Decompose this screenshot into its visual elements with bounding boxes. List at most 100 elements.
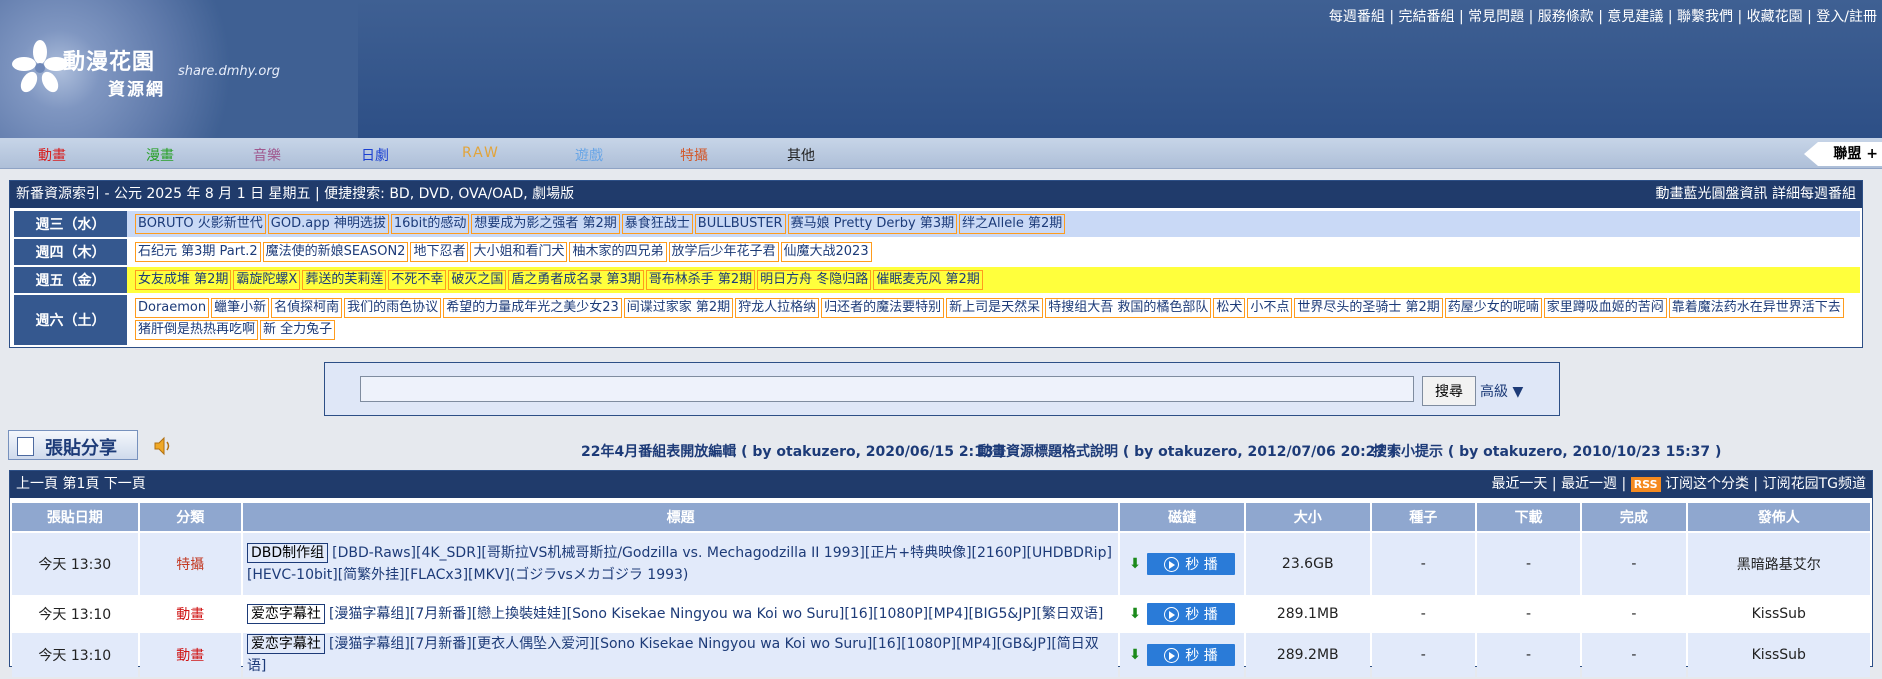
anime-title-link[interactable]: 魔法使的新娘SEASON2 bbox=[262, 242, 409, 262]
column-header[interactable]: 完成 bbox=[1582, 503, 1686, 531]
anime-title-link[interactable]: 明日方舟 冬隐归路 bbox=[757, 270, 872, 290]
publisher-link[interactable]: KissSub bbox=[1687, 633, 1870, 677]
anime-title-link[interactable]: 催眠麦克风 第2期 bbox=[873, 270, 983, 290]
anime-title-link[interactable]: 归还者的魔法要特别 bbox=[821, 298, 945, 318]
anime-title-link[interactable]: 柚木家的四兄弟 bbox=[569, 242, 667, 262]
search-button[interactable]: 搜尋 bbox=[1422, 376, 1476, 406]
announcement-link[interactable]: 22年4月番組表開放編輯 ( by otakuzero, 2020/06/15 … bbox=[581, 441, 1005, 461]
top-link[interactable]: 完結番組 bbox=[1399, 9, 1455, 25]
anime-title-link[interactable]: 霸旋陀螺X bbox=[233, 270, 301, 290]
nav-item[interactable]: 日劇 bbox=[361, 145, 389, 165]
speaker-icon[interactable] bbox=[153, 436, 175, 456]
column-header[interactable]: 張貼日期 bbox=[12, 503, 138, 531]
anime-title-link[interactable]: 靠着魔法药水在异世界活下去 bbox=[1668, 298, 1844, 318]
recent-day-link[interactable]: 最近一天 bbox=[1491, 476, 1547, 492]
download-arrow-icon[interactable]: ⬇ bbox=[1129, 606, 1141, 622]
anime-title-link[interactable]: BULLBUSTER bbox=[694, 214, 786, 234]
category-link[interactable]: 動畫 bbox=[139, 633, 241, 677]
anime-title-link[interactable]: 绊之Allele 第2期 bbox=[959, 214, 1066, 234]
anime-title-link[interactable]: 想要成为影之强者 第2期 bbox=[471, 214, 620, 234]
column-header[interactable]: 發佈人 bbox=[1687, 503, 1870, 531]
top-link[interactable]: 意見建議 bbox=[1607, 9, 1663, 25]
nav-item[interactable]: 動畫 bbox=[38, 145, 66, 165]
search-input[interactable] bbox=[360, 376, 1414, 402]
anime-title-link[interactable]: 放学后少年花子君 bbox=[668, 242, 779, 262]
anime-title-link[interactable]: 我们的雨色协议 bbox=[344, 298, 442, 318]
anime-title-link[interactable]: 不死不幸 bbox=[388, 270, 447, 290]
category-link[interactable]: 動畫 bbox=[139, 597, 241, 631]
anime-title-link[interactable]: 女友成堆 第2期 bbox=[135, 270, 232, 290]
anime-title-link[interactable]: 赛马娘 Pretty Derby 第3期 bbox=[787, 214, 958, 234]
subscribe-tg-link[interactable]: 订阅花园TG频道 bbox=[1763, 476, 1866, 492]
resource-title-link[interactable]: [DBD-Raws][4K_SDR][哥斯拉VS机械哥斯拉/Godzilla v… bbox=[247, 545, 1112, 583]
recent-week-link[interactable]: 最近一週 bbox=[1561, 476, 1617, 492]
anime-title-link[interactable]: 世界尽头的圣骑士 第2期 bbox=[1294, 298, 1443, 318]
schedule-links[interactable]: 動畫藍光圓盤資訊 詳細每週番組 bbox=[1656, 181, 1856, 208]
subscribe-category-link[interactable]: 订阅这个分类 bbox=[1665, 476, 1749, 492]
instant-play-button[interactable]: 秒 播 bbox=[1147, 644, 1235, 666]
anime-title-link[interactable]: 希望的力量成年光之美少女23 bbox=[443, 298, 622, 318]
nav-item[interactable]: 遊戲 bbox=[575, 145, 603, 165]
alliance-button[interactable]: 聯盟 + bbox=[1804, 142, 1882, 166]
anime-title-link[interactable]: 破灭之国 bbox=[448, 270, 507, 290]
anime-title-link[interactable]: 大小姐和看门犬 bbox=[470, 242, 568, 262]
instant-play-button[interactable]: 秒 播 bbox=[1147, 553, 1235, 575]
post-share-button[interactable]: 張貼分享 bbox=[8, 430, 138, 460]
team-tag[interactable]: 爱恋字幕社 bbox=[246, 634, 325, 654]
anime-title-link[interactable]: 松犬 bbox=[1213, 298, 1246, 318]
nav-item[interactable]: RAW bbox=[462, 145, 500, 161]
top-link[interactable]: 登入/註冊 bbox=[1816, 9, 1877, 25]
advanced-search-toggle[interactable]: 高級 ▼ bbox=[1480, 381, 1523, 401]
top-link[interactable]: 每週番組 bbox=[1329, 9, 1385, 25]
nav-item[interactable]: 音樂 bbox=[253, 145, 281, 165]
anime-title-link[interactable]: 狩龙人拉格纳 bbox=[735, 298, 820, 318]
publisher-link[interactable]: KissSub bbox=[1687, 597, 1870, 631]
top-link[interactable]: 聯繫我們 bbox=[1677, 9, 1733, 25]
anime-title-link[interactable]: 猪肝倒是热热再吃啊 bbox=[135, 320, 259, 340]
download-arrow-icon[interactable]: ⬇ bbox=[1129, 647, 1141, 663]
column-header[interactable]: 磁鏈 bbox=[1120, 503, 1244, 531]
anime-title-link[interactable]: 暴食狂战士 bbox=[621, 214, 693, 234]
rss-icon[interactable]: RSS bbox=[1630, 477, 1661, 492]
column-header[interactable]: 下載 bbox=[1476, 503, 1581, 531]
logo[interactable]: 動漫花園 資源網 share.dmhy.org bbox=[0, 0, 358, 138]
anime-title-link[interactable]: 盾之勇者成名录 第3期 bbox=[508, 270, 644, 290]
anime-title-link[interactable]: 间谍过家家 第2期 bbox=[623, 298, 734, 318]
column-header[interactable]: 種子 bbox=[1371, 503, 1475, 531]
top-link[interactable]: 收藏花園 bbox=[1747, 9, 1803, 25]
nav-item[interactable]: 其他 bbox=[787, 145, 815, 165]
anime-title-link[interactable]: 葬送的芙莉莲 bbox=[302, 270, 387, 290]
pager[interactable]: 上一頁 第1頁 下一頁 bbox=[16, 476, 146, 492]
anime-title-link[interactable]: Doraemon bbox=[135, 298, 210, 318]
anime-title-link[interactable]: 蠟筆小新 bbox=[211, 298, 270, 318]
anime-title-link[interactable]: 仙魔大战2023 bbox=[780, 242, 872, 262]
top-link[interactable]: 服務條款 bbox=[1538, 9, 1594, 25]
resource-title-link[interactable]: [漫猫字幕组][7月新番][戀上換裝娃娃][Sono Kisekae Ningy… bbox=[329, 606, 1103, 622]
anime-title-link[interactable]: 石纪元 第3期 Part.2 bbox=[135, 242, 261, 262]
anime-title-link[interactable]: 新上司是天然呆 bbox=[946, 298, 1044, 318]
anime-title-link[interactable]: 16bit的感动 bbox=[390, 214, 470, 234]
instant-play-button[interactable]: 秒 播 bbox=[1147, 603, 1235, 625]
anime-title-link[interactable]: 特搜组大吾 救国的橘色部队 bbox=[1045, 298, 1212, 318]
nav-item[interactable]: 特攝 bbox=[680, 145, 708, 165]
announcement-link[interactable]: 搜索小提示 ( by otakuzero, 2010/10/23 15:37 ) bbox=[1373, 441, 1721, 461]
category-link[interactable]: 特攝 bbox=[139, 533, 241, 595]
anime-title-link[interactable]: 家里蹲吸血姬的苦闷 bbox=[1543, 298, 1667, 318]
anime-title-link[interactable]: BORUTO 火影新世代 bbox=[135, 214, 266, 234]
anime-title-link[interactable]: 新 全力兔子 bbox=[260, 320, 336, 340]
team-tag[interactable]: 爱恋字幕社 bbox=[246, 604, 325, 624]
publisher-link[interactable]: 黑暗路基艾尔 bbox=[1687, 533, 1870, 595]
anime-title-link[interactable]: 小不点 bbox=[1247, 298, 1293, 318]
download-arrow-icon[interactable]: ⬇ bbox=[1129, 556, 1141, 572]
anime-title-link[interactable]: GOD.app 神明选拔 bbox=[267, 214, 389, 234]
anime-title-link[interactable]: 哥布林杀手 第2期 bbox=[645, 270, 756, 290]
column-header[interactable]: 大小 bbox=[1245, 503, 1370, 531]
top-link[interactable]: 常見問題 bbox=[1468, 9, 1524, 25]
team-tag[interactable]: DBD制作组 bbox=[246, 543, 329, 563]
anime-title-link[interactable]: 药屋少女的呢喃 bbox=[1444, 298, 1542, 318]
anime-title-link[interactable]: 地下忍者 bbox=[410, 242, 469, 262]
column-header[interactable]: 標題 bbox=[242, 503, 1119, 531]
anime-title-link[interactable]: 名偵探柯南 bbox=[271, 298, 343, 318]
announcement-link[interactable]: 動畫資源標題格式說明 ( by otakuzero, 2012/07/06 20… bbox=[978, 441, 1396, 461]
column-header[interactable]: 分類 bbox=[139, 503, 241, 531]
